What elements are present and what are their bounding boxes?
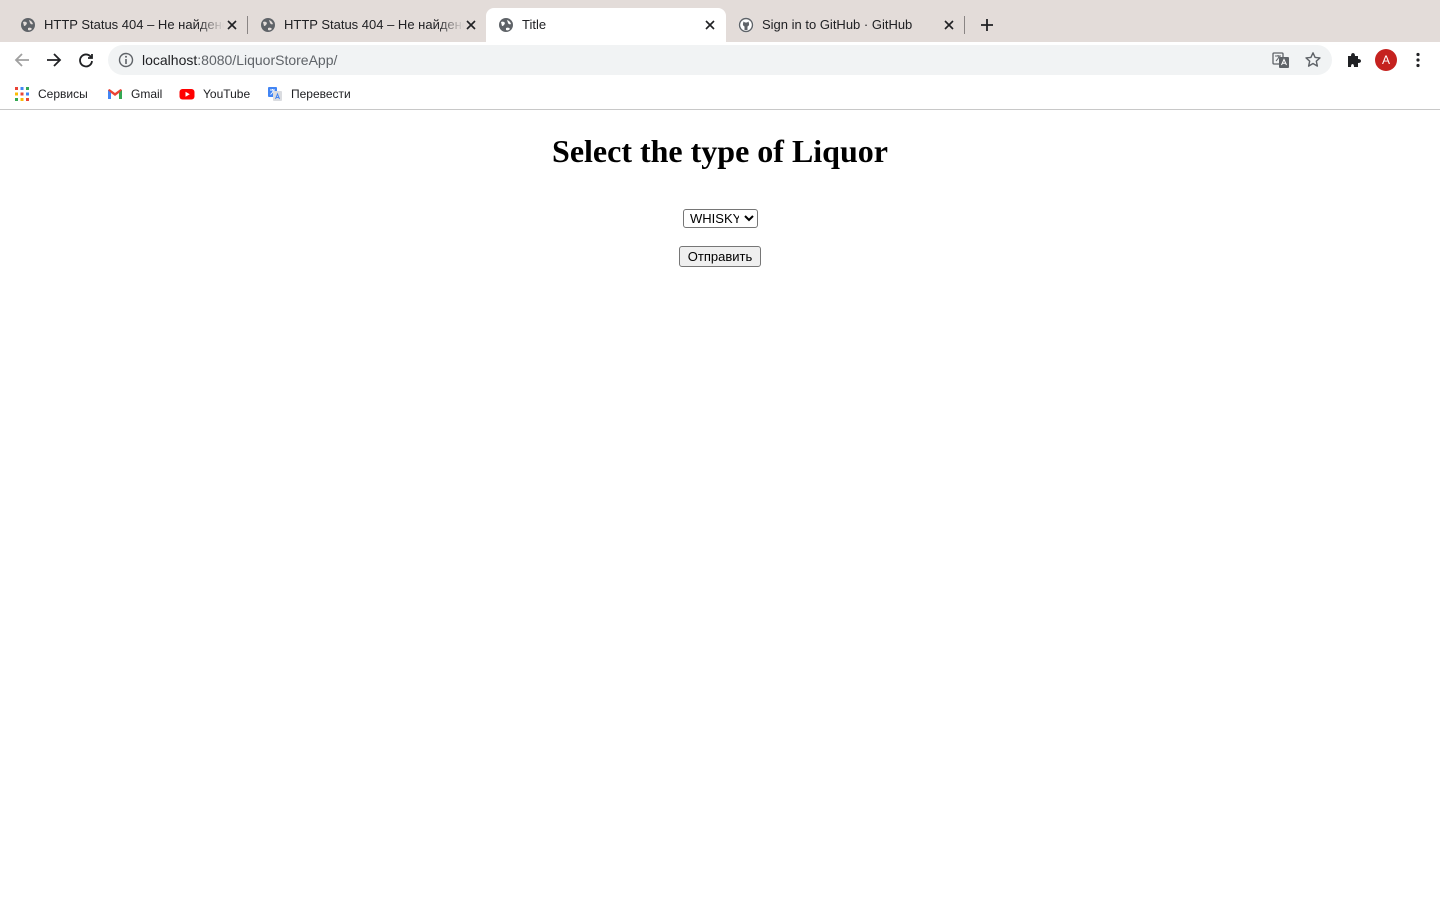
page-content: Select the type of Liquor WHISKY Отправи… <box>0 111 1440 900</box>
tab-separator <box>964 16 965 34</box>
back-button[interactable] <box>10 48 34 72</box>
close-icon[interactable] <box>224 17 240 33</box>
submit-button[interactable]: Отправить <box>679 246 761 267</box>
star-icon[interactable] <box>1304 51 1322 69</box>
profile-avatar[interactable]: A <box>1375 49 1397 71</box>
close-icon[interactable] <box>463 17 479 33</box>
address-bar[interactable]: localhost:8080/LiquorStoreApp/ <box>108 45 1332 75</box>
tab-title-active[interactable]: Title <box>486 8 726 42</box>
tab-title: HTTP Status 404 – Не найдено <box>44 17 224 32</box>
page-title: Select the type of Liquor <box>552 133 888 169</box>
bookmark-services[interactable]: Сервисы <box>14 84 88 104</box>
globe-icon <box>261 18 275 32</box>
tab-title: Sign in to GitHub · GitHub <box>762 17 913 32</box>
tab-title: Title <box>522 17 547 32</box>
bookmark-label: Сервисы <box>38 87 88 101</box>
apps-grid-icon <box>15 87 29 101</box>
extensions-button[interactable] <box>1342 48 1366 72</box>
forward-button[interactable] <box>42 48 66 72</box>
puzzle-icon <box>1348 53 1361 67</box>
translate-icon[interactable] <box>1272 51 1290 69</box>
bookmark-label: YouTube <box>203 87 251 101</box>
more-vert-icon <box>1416 52 1420 68</box>
close-icon[interactable] <box>941 17 957 33</box>
url-path: :8080/LiquorStoreApp/ <box>197 52 338 68</box>
bookmark-gmail[interactable]: Gmail <box>107 84 162 104</box>
tab-strip: HTTP Status 404 – Не найдено HTTP Status… <box>0 0 1440 42</box>
youtube-icon <box>179 89 195 100</box>
arrow-left-icon <box>14 53 29 67</box>
new-tab-button[interactable] <box>976 14 998 36</box>
tab-title: HTTP Status 404 – Не найдено <box>284 17 464 32</box>
bookmark-youtube[interactable]: YouTube <box>179 84 250 104</box>
arrow-right-icon <box>47 53 62 67</box>
close-icon[interactable] <box>702 17 718 33</box>
reload-button[interactable] <box>74 48 98 72</box>
google-translate-icon <box>268 87 282 101</box>
plus-icon <box>981 19 993 31</box>
bookmark-label: Перевести <box>291 87 351 101</box>
url-host: localhost <box>142 52 198 68</box>
url-text[interactable]: localhost:8080/LiquorStoreApp/ <box>142 52 337 68</box>
bookmark-translate[interactable]: Перевести <box>267 84 351 104</box>
gmail-icon <box>108 89 122 99</box>
info-icon[interactable] <box>118 52 134 68</box>
bookmark-label: Gmail <box>131 87 163 101</box>
github-icon <box>738 17 754 33</box>
reload-icon <box>79 53 93 68</box>
bookmarks-bar: Сервисы Gmail YouTube Перевести <box>0 78 1440 110</box>
tab-http-404-2[interactable]: HTTP Status 404 – Не найдено <box>248 8 486 42</box>
liquor-type-select[interactable]: WHISKY <box>683 209 758 228</box>
tab-github-sign-in[interactable]: Sign in to GitHub · GitHub <box>726 8 964 42</box>
globe-icon <box>499 18 513 32</box>
tab-http-404-1[interactable]: HTTP Status 404 – Не найдено <box>8 8 248 42</box>
browser-toolbar: localhost:8080/LiquorStoreApp/ A <box>0 42 1440 78</box>
menu-button[interactable] <box>1406 48 1430 72</box>
globe-icon <box>21 18 35 32</box>
